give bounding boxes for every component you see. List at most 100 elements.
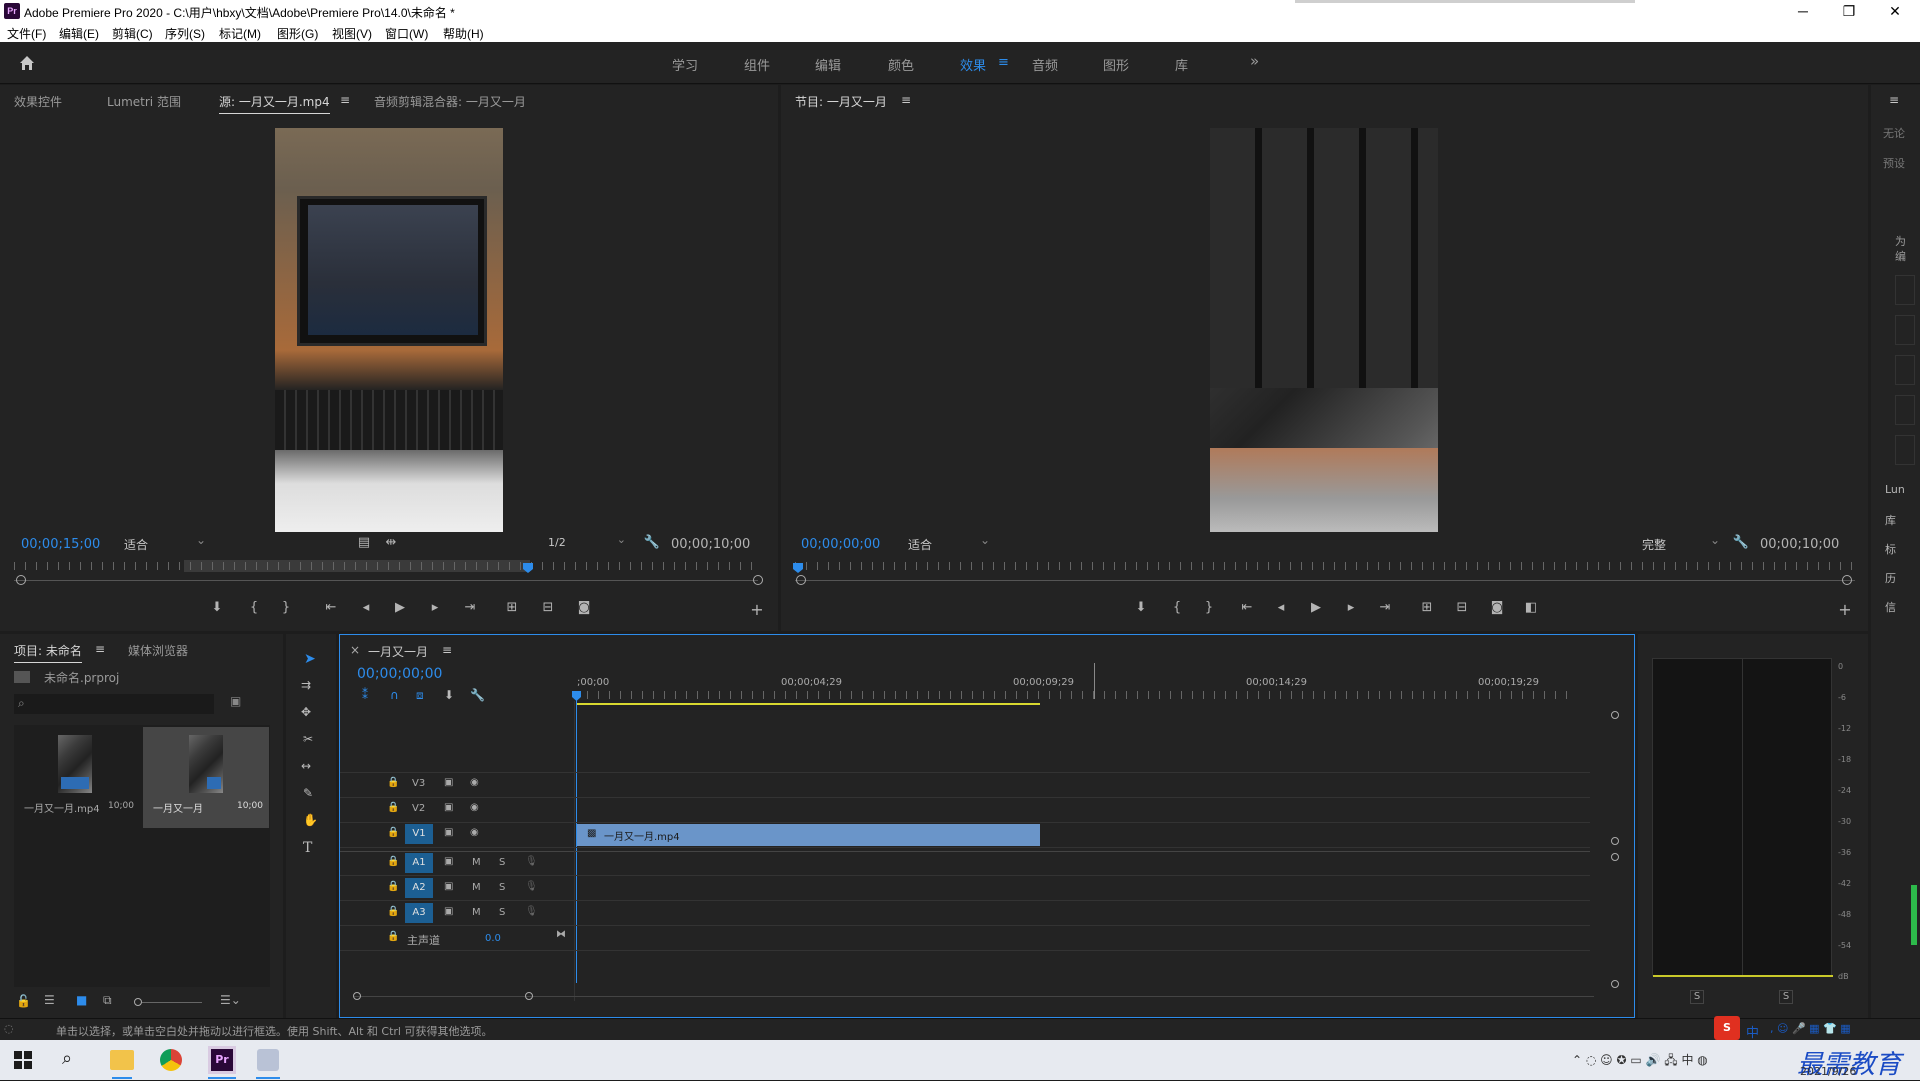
source-mark-out-icon[interactable]: } [276, 600, 296, 615]
source-insert-icon[interactable]: ⊞ [502, 600, 522, 615]
chrome-icon[interactable] [160, 1049, 182, 1071]
more-workspaces-icon[interactable]: » [1250, 52, 1259, 70]
track-sync-icon[interactable]: ▣ [444, 827, 453, 838]
timeline-playhead[interactable] [572, 691, 581, 701]
timeline-timecode[interactable]: 00;00;00;00 [357, 666, 442, 682]
add-marker-icon[interactable]: ⬇ [444, 688, 454, 702]
program-zoom-handle-left[interactable] [796, 575, 806, 585]
menu-edit[interactable]: 编辑(E) [59, 25, 99, 42]
right-strip-item-3[interactable]: 编 [1895, 248, 1906, 264]
type-tool-icon[interactable]: T [303, 840, 312, 856]
close-button[interactable]: ✕ [1872, 0, 1918, 22]
track-a2-label[interactable]: A2 [405, 878, 433, 898]
track-lock-icon[interactable]: 🔒 [387, 802, 399, 813]
track-sync-icon[interactable]: ▣ [444, 777, 453, 788]
menu-sequence[interactable]: 序列(S) [165, 25, 205, 42]
source-resolution-select[interactable]: 1/2 [548, 533, 630, 554]
track-lock-icon[interactable]: 🔒 [387, 777, 399, 788]
maximize-button[interactable]: ❐ [1826, 0, 1872, 22]
right-strip-menu-icon[interactable]: ≡ [1889, 93, 1899, 107]
workspace-graphics[interactable]: 图形 [1103, 55, 1129, 74]
right-strip-item-7[interactable]: 历 [1885, 570, 1896, 586]
source-step-forward-icon[interactable]: ▸ [425, 600, 445, 615]
ime-mode-label[interactable]: 中 [1746, 1022, 1759, 1041]
menu-marker[interactable]: 标记(M) [219, 25, 261, 42]
source-overwrite-icon[interactable]: ⊟ [538, 600, 558, 615]
source-go-to-in-icon[interactable]: ⇤ [321, 600, 341, 615]
right-strip-item-8[interactable]: 信 [1885, 599, 1896, 615]
work-area-bar[interactable] [576, 703, 1040, 705]
source-mark-in-icon[interactable]: { [244, 600, 264, 615]
workspace-libraries[interactable]: 库 [1175, 55, 1188, 74]
taskbar-search-icon[interactable]: ⌕ [62, 1048, 72, 1069]
zoom-slider-track[interactable] [142, 1002, 202, 1003]
track-sync-icon[interactable]: ▣ [444, 881, 453, 892]
icon-view-icon[interactable]: ■ [76, 993, 87, 1007]
media-app-icon[interactable] [257, 1049, 279, 1071]
program-step-back-icon[interactable]: ◂ [1271, 600, 1291, 615]
tab-source[interactable]: 源: 一月又一月.mp4 [219, 93, 330, 114]
track-v2-label[interactable]: V2 [412, 803, 425, 814]
new-bin-from-search-icon[interactable]: ▣ [230, 694, 246, 710]
meter-solo-left-button[interactable]: S [1690, 990, 1704, 1004]
tab-menu-icon[interactable]: ≡ [340, 93, 350, 107]
track-a3-label[interactable]: A3 [405, 903, 433, 923]
program-zoom-select[interactable]: 适合 [908, 533, 994, 554]
meter-solo-right-button[interactable]: S [1779, 990, 1793, 1004]
track-eye-icon[interactable]: ◉ [470, 802, 479, 813]
workspace-effects[interactable]: 效果 [960, 55, 986, 74]
source-step-back-icon[interactable]: ◂ [356, 600, 376, 615]
track-solo-button[interactable]: S [499, 857, 505, 868]
program-settings-wrench-icon[interactable]: 🔧 [1731, 535, 1751, 550]
timeline-close-icon[interactable]: × [350, 643, 360, 657]
program-playhead[interactable] [793, 563, 803, 573]
track-sync-icon[interactable]: ▣ [444, 856, 453, 867]
tab-audio-clip-mixer[interactable]: 音频剪辑混合器: 一月又一月 [374, 93, 526, 110]
timeline-ruler[interactable] [576, 691, 1576, 699]
track-select-tool-icon[interactable]: ⇉ [301, 678, 311, 692]
workspace-assembly[interactable]: 组件 [744, 55, 770, 74]
vertical-scroll-handle[interactable] [1611, 980, 1619, 988]
right-strip-item-6[interactable]: 标 [1885, 541, 1896, 557]
pen-tool-icon[interactable]: ✎ [303, 786, 313, 800]
home-icon[interactable] [18, 54, 36, 72]
program-tab-menu-icon[interactable]: ≡ [901, 93, 911, 107]
right-strip-item-4[interactable]: Lun [1885, 483, 1905, 496]
master-volume-value[interactable]: 0.0 [485, 933, 501, 944]
menu-view[interactable]: 视图(V) [332, 25, 372, 42]
program-go-to-in-icon[interactable]: ⇤ [1237, 600, 1257, 615]
ripple-edit-tool-icon[interactable]: ✥ [301, 705, 311, 719]
zoom-slider-handle[interactable] [134, 998, 142, 1006]
horizontal-scroll-handle-right[interactable] [525, 992, 533, 1000]
track-v3-label[interactable]: V3 [412, 778, 425, 789]
source-settings-wrench-icon[interactable]: 🔧 [642, 535, 662, 550]
source-insert-overlay-icon[interactable]: ▤ [354, 535, 374, 550]
program-play-icon[interactable]: ▶ [1306, 600, 1326, 615]
source-play-icon[interactable]: ▶ [390, 600, 410, 615]
source-zoom-handle-left[interactable] [16, 575, 26, 585]
vertical-scroll-handle[interactable] [1611, 837, 1619, 845]
track-eye-icon[interactable]: ◉ [470, 777, 479, 788]
program-quality-select[interactable]: 完整 [1642, 533, 1724, 554]
snap-magnet-icon[interactable]: ∩ [390, 688, 399, 702]
tab-program[interactable]: 节目: 一月又一月 [795, 93, 887, 113]
track-sync-icon[interactable]: ▣ [444, 802, 453, 813]
tab-timeline-sequence[interactable]: 一月又一月 [368, 643, 428, 660]
slip-tool-icon[interactable]: ↔ [301, 759, 311, 773]
source-zoom-select[interactable]: 适合 [124, 533, 210, 554]
sogou-ime-icon[interactable]: S [1714, 1016, 1740, 1040]
workspace-editing[interactable]: 编辑 [815, 55, 841, 74]
horizontal-scrollbar[interactable] [354, 996, 1594, 997]
program-comparison-view-icon[interactable]: ◧ [1521, 600, 1541, 615]
track-a1-label[interactable]: A1 [405, 853, 433, 873]
track-lock-icon[interactable]: 🔒 [387, 881, 399, 892]
vertical-scroll-handle[interactable] [1611, 853, 1619, 861]
microphone-icon[interactable]: 🎙 [525, 906, 538, 917]
menu-clip[interactable]: 剪辑(C) [112, 25, 153, 42]
lock-icon[interactable]: 🔓 [16, 994, 31, 1008]
right-strip-item-1[interactable]: 预设 [1883, 155, 1905, 171]
track-v1-label[interactable]: V1 [405, 824, 433, 844]
project-item-sequence[interactable]: 一月又一月 10;00 [143, 727, 269, 828]
track-mute-button[interactable]: M [472, 857, 481, 868]
track-lock-icon[interactable]: 🔒 [387, 931, 399, 942]
